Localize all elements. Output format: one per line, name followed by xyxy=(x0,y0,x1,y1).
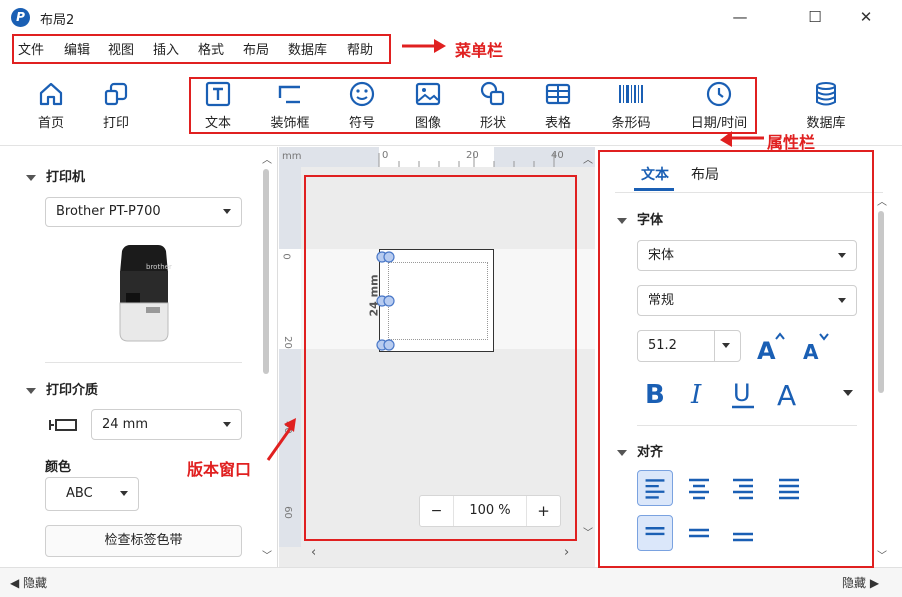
collapse-triangle-icon xyxy=(26,387,36,394)
left-scrollbar-thumb[interactable] xyxy=(263,169,269,374)
chevron-down-icon xyxy=(120,491,128,496)
check-tape-button[interactable]: 检查标签色带 xyxy=(45,525,242,557)
property-arrow-icon xyxy=(720,131,764,147)
close-button[interactable]: ✕ xyxy=(843,0,889,34)
hide-right-panel-button[interactable]: 隐藏 ▶ xyxy=(842,574,879,591)
color-select[interactable]: ABC xyxy=(45,477,139,511)
ruler-unit: mm xyxy=(282,151,302,162)
printer-section-title: 打印机 xyxy=(46,170,86,185)
vertical-ruler: 0 20 40 60 xyxy=(279,167,301,547)
menubar-arrow-icon xyxy=(402,39,446,53)
canvas-highlight-box xyxy=(304,175,577,541)
color-select-value: ABC xyxy=(66,486,93,501)
properties-highlight-box xyxy=(598,150,874,568)
database-icon xyxy=(816,82,836,106)
layout-window-annotation: 版本窗口 xyxy=(187,460,252,479)
scroll-left-arrow[interactable]: ‹ xyxy=(311,545,316,560)
print-icon xyxy=(104,82,128,106)
media-width-value: 24 mm xyxy=(102,417,149,432)
scroll-down-arrow[interactable]: ﹀ xyxy=(877,547,887,562)
media-section-title: 打印介质 xyxy=(46,383,99,398)
ruler-ticks xyxy=(378,153,555,167)
property-bar-annotation: 属性栏 xyxy=(767,133,816,152)
ruler-mark: 40 xyxy=(551,150,564,161)
ruler-mark: 0 xyxy=(382,150,389,161)
printer-select[interactable]: Brother PT-P700 xyxy=(45,197,242,227)
divider xyxy=(45,362,242,363)
printer-select-value: Brother PT-P700 xyxy=(56,204,161,219)
ruler-label-span xyxy=(279,249,301,349)
print-button[interactable]: 打印 xyxy=(81,80,151,131)
canvas-scroll-down-arrow[interactable]: ﹀ xyxy=(583,524,593,539)
layout-window-arrow-icon xyxy=(266,418,296,461)
horizontal-ruler: mm 0 20 40 xyxy=(279,147,595,167)
ruler-mark: 0 xyxy=(280,253,292,260)
ruler-mark: 60 xyxy=(281,506,293,519)
status-bar: ◀ 隐藏 隐藏 ▶ xyxy=(0,567,902,597)
print-label: 打印 xyxy=(102,116,129,131)
scroll-up-arrow[interactable]: ︿ xyxy=(262,151,272,166)
printer-brand-text: brother xyxy=(146,263,172,271)
home-icon xyxy=(39,82,63,106)
minimize-button[interactable]: — xyxy=(717,0,763,34)
menubar-annotation: 菜单栏 xyxy=(455,41,504,60)
hide-left-panel-button[interactable]: ◀ 隐藏 xyxy=(10,574,47,591)
media-width-select[interactable]: 24 mm xyxy=(91,409,242,440)
home-label: 首页 xyxy=(37,116,64,131)
right-scrollbar-thumb[interactable] xyxy=(878,211,884,393)
scroll-down-arrow[interactable]: ﹀ xyxy=(262,547,272,562)
database-button[interactable]: 数据库 xyxy=(791,80,861,131)
scroll-right-arrow[interactable]: › xyxy=(564,545,569,560)
home-button[interactable]: 首页 xyxy=(16,80,86,131)
ruler-mark: 20 xyxy=(281,336,293,349)
window-title: 布局2 xyxy=(40,13,75,28)
printer-image: brother xyxy=(119,245,172,342)
canvas-scroll-up-arrow[interactable]: ︿ xyxy=(583,151,593,166)
app-logo-icon: P xyxy=(11,8,30,27)
toolbar-highlight-box xyxy=(189,77,757,134)
scroll-up-arrow[interactable]: ︿ xyxy=(877,193,887,208)
media-section-header[interactable]: 打印介质 xyxy=(26,379,98,398)
chevron-down-icon xyxy=(223,209,231,214)
chevron-down-icon xyxy=(223,421,231,427)
printer-section-header[interactable]: 打印机 xyxy=(26,166,85,185)
maximize-button[interactable]: ☐ xyxy=(792,0,838,34)
collapse-triangle-icon xyxy=(26,174,36,181)
color-label: 颜色 xyxy=(45,460,72,475)
tape-width-icon xyxy=(49,419,77,431)
ruler-mark: 20 xyxy=(466,150,479,161)
title-bar: P 布局2 — ☐ ✕ xyxy=(0,0,902,34)
menubar-highlight-box xyxy=(12,34,391,64)
left-panel: 打印机 Brother PT-P700 brother 打印介质 24 mm 颜… xyxy=(0,147,278,567)
